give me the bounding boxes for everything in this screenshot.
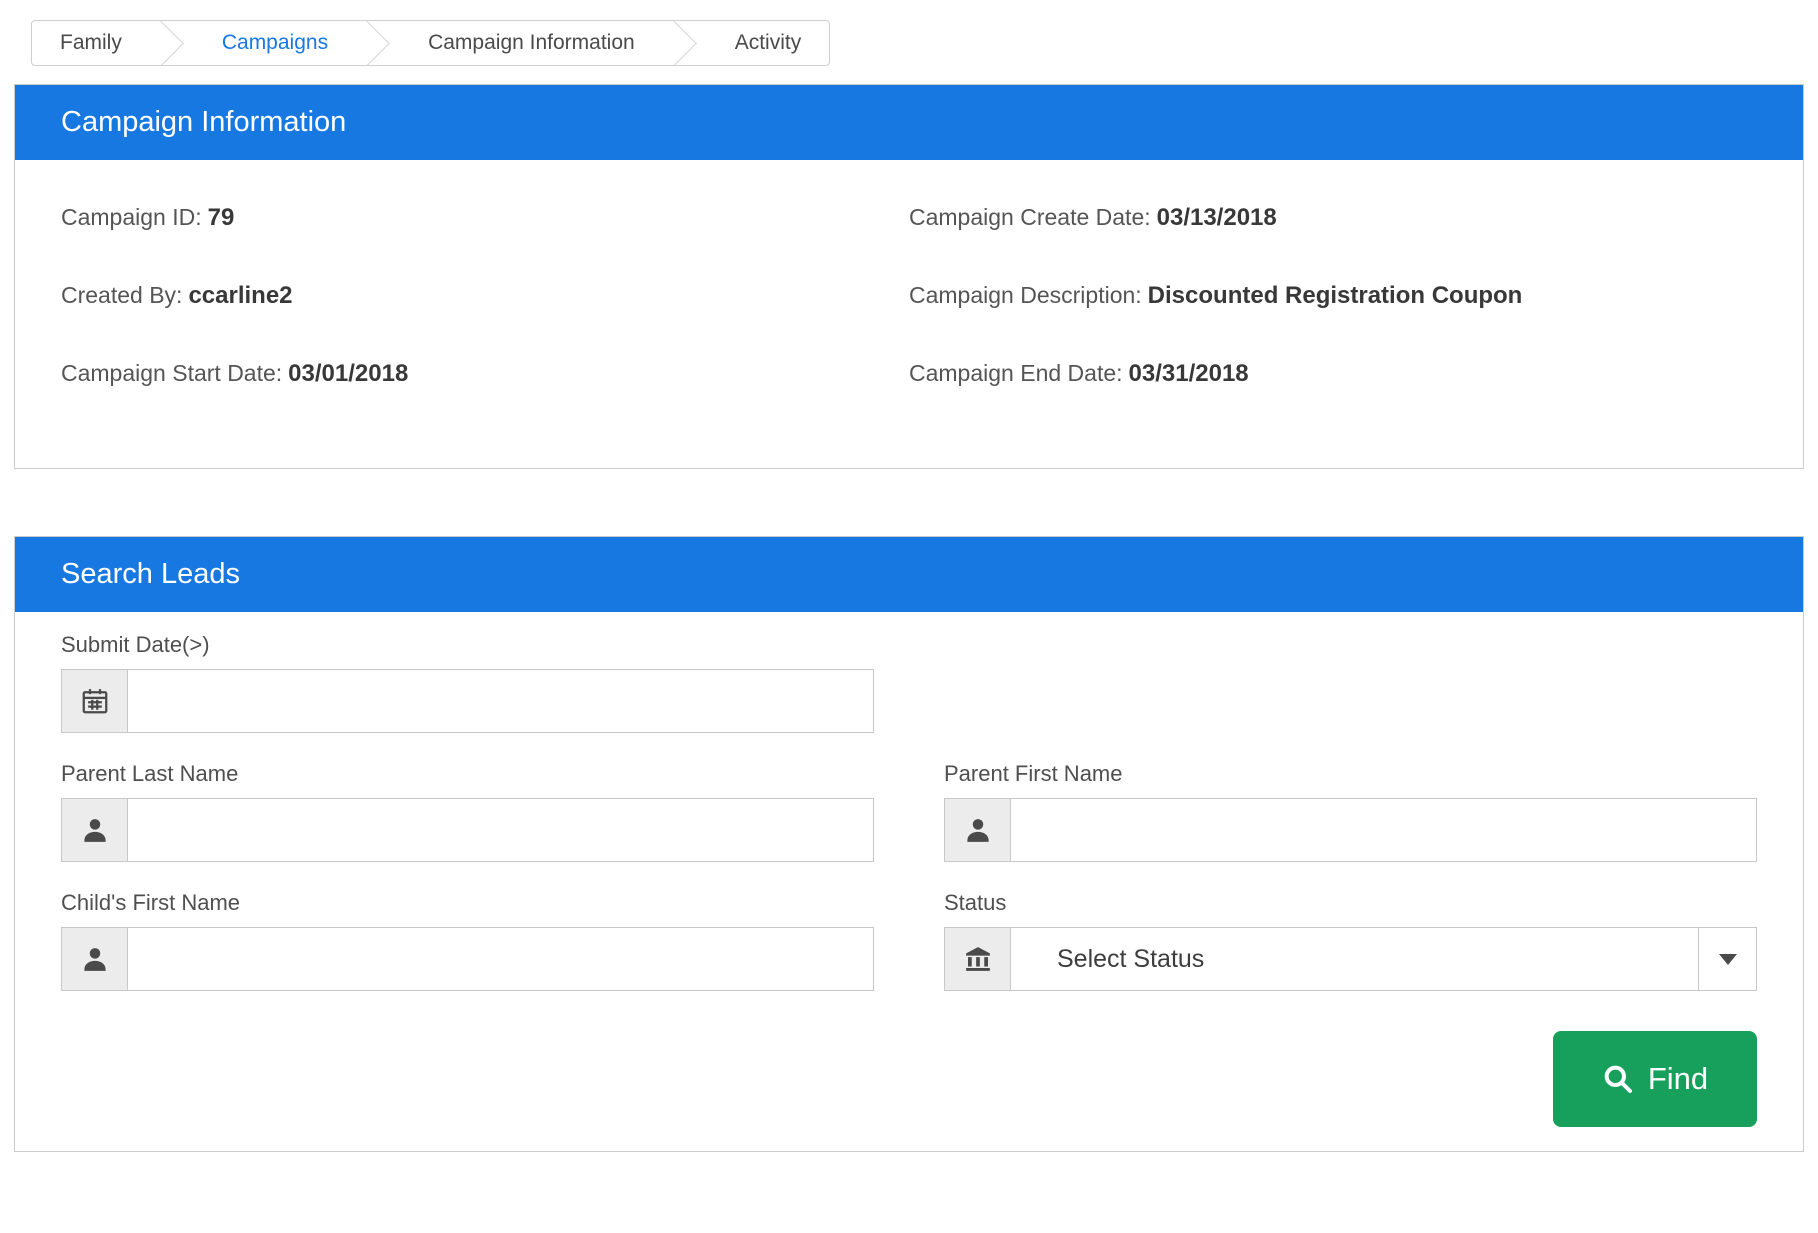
parent-first-name-label: Parent First Name: [944, 761, 1123, 786]
campaign-id-field: Campaign ID: 79: [61, 204, 909, 232]
submit-date-input[interactable]: [128, 670, 873, 732]
page: Family Campaigns Campaign Information Ac…: [0, 0, 1818, 1233]
parent-last-name-input-group: [61, 798, 874, 862]
breadcrumb-item-campaigns[interactable]: Campaigns: [194, 21, 356, 65]
bank-icon: [945, 928, 1011, 990]
campaign-end-date-value: 03/31/2018: [1128, 360, 1249, 387]
campaign-description-label: Campaign Description:: [909, 282, 1142, 308]
campaign-description-value: Discounted Registration Coupon: [1147, 282, 1523, 309]
parent-first-name-field: Parent First Name: [944, 733, 1757, 862]
breadcrumb-separator-icon: [663, 21, 707, 65]
search-leads-panel: Search Leads Submit Date(>) Parent Last …: [14, 536, 1804, 1152]
childs-first-name-field: Child's First Name: [61, 862, 874, 991]
submit-date-field: Submit Date(>): [61, 632, 874, 733]
find-button-row: Find: [944, 1031, 1757, 1127]
status-select[interactable]: Select Status: [944, 927, 1757, 991]
breadcrumb-item-campaign-information[interactable]: Campaign Information: [400, 21, 663, 65]
parent-first-name-input[interactable]: [1011, 799, 1756, 861]
search-leads-panel-title: Search Leads: [15, 537, 1803, 612]
submit-date-label: Submit Date(>): [61, 632, 210, 657]
created-by-label: Created By:: [61, 282, 183, 308]
campaign-create-date-field: Campaign Create Date: 03/13/2018: [909, 204, 1757, 232]
parent-last-name-input[interactable]: [128, 799, 873, 861]
parent-last-name-label: Parent Last Name: [61, 761, 239, 786]
campaign-start-date-value: 03/01/2018: [288, 360, 409, 387]
childs-first-name-input[interactable]: [128, 928, 873, 990]
campaign-description-field: Campaign Description: Discounted Registra…: [909, 282, 1757, 310]
childs-first-name-label: Child's First Name: [61, 890, 241, 915]
campaign-create-date-value: 03/13/2018: [1156, 204, 1277, 231]
breadcrumb: Family Campaigns Campaign Information Ac…: [31, 20, 831, 66]
search-icon: [1604, 1065, 1632, 1093]
person-icon: [945, 799, 1011, 861]
campaign-id-value: 79: [207, 204, 235, 231]
campaign-id-label: Campaign ID:: [61, 204, 202, 230]
status-field: Status Select Status: [944, 862, 1757, 991]
search-leads-form: Submit Date(>) Parent Last Name Parent F…: [15, 612, 1803, 1151]
created-by-field: Created By: ccarline2: [61, 282, 909, 310]
campaign-end-date-label: Campaign End Date:: [909, 360, 1123, 386]
calendar-icon: [62, 670, 128, 732]
campaign-information-panel-title: Campaign Information: [15, 85, 1803, 160]
parent-first-name-input-group: [944, 798, 1757, 862]
campaign-start-date-field: Campaign Start Date: 03/01/2018: [61, 360, 909, 388]
find-button[interactable]: Find: [1553, 1031, 1757, 1127]
campaign-information-panel: Campaign Information Campaign ID: 79 Camp…: [14, 84, 1804, 469]
submit-date-input-group: [61, 669, 874, 733]
find-button-label: Find: [1647, 1061, 1709, 1096]
created-by-value: ccarline2: [188, 282, 293, 309]
person-icon: [62, 799, 128, 861]
breadcrumb-item-family[interactable]: Family: [32, 21, 150, 65]
campaign-information-body: Campaign ID: 79 Campaign Create Date: 03/1…: [15, 160, 1803, 468]
chevron-down-icon[interactable]: [1698, 928, 1756, 990]
campaign-end-date-field: Campaign End Date: 03/31/2018: [909, 360, 1757, 388]
childs-first-name-input-group: [61, 927, 874, 991]
breadcrumb-separator-icon: [356, 21, 400, 65]
breadcrumb-item-activity[interactable]: Activity: [707, 21, 830, 65]
campaign-start-date-label: Campaign Start Date:: [61, 360, 283, 386]
status-selected-value: Select Status: [1057, 944, 1205, 973]
person-icon: [62, 928, 128, 990]
campaign-create-date-label: Campaign Create Date:: [909, 204, 1151, 230]
parent-last-name-field: Parent Last Name: [61, 733, 874, 862]
status-label: Status: [944, 890, 1007, 915]
breadcrumb-separator-icon: [150, 21, 194, 65]
